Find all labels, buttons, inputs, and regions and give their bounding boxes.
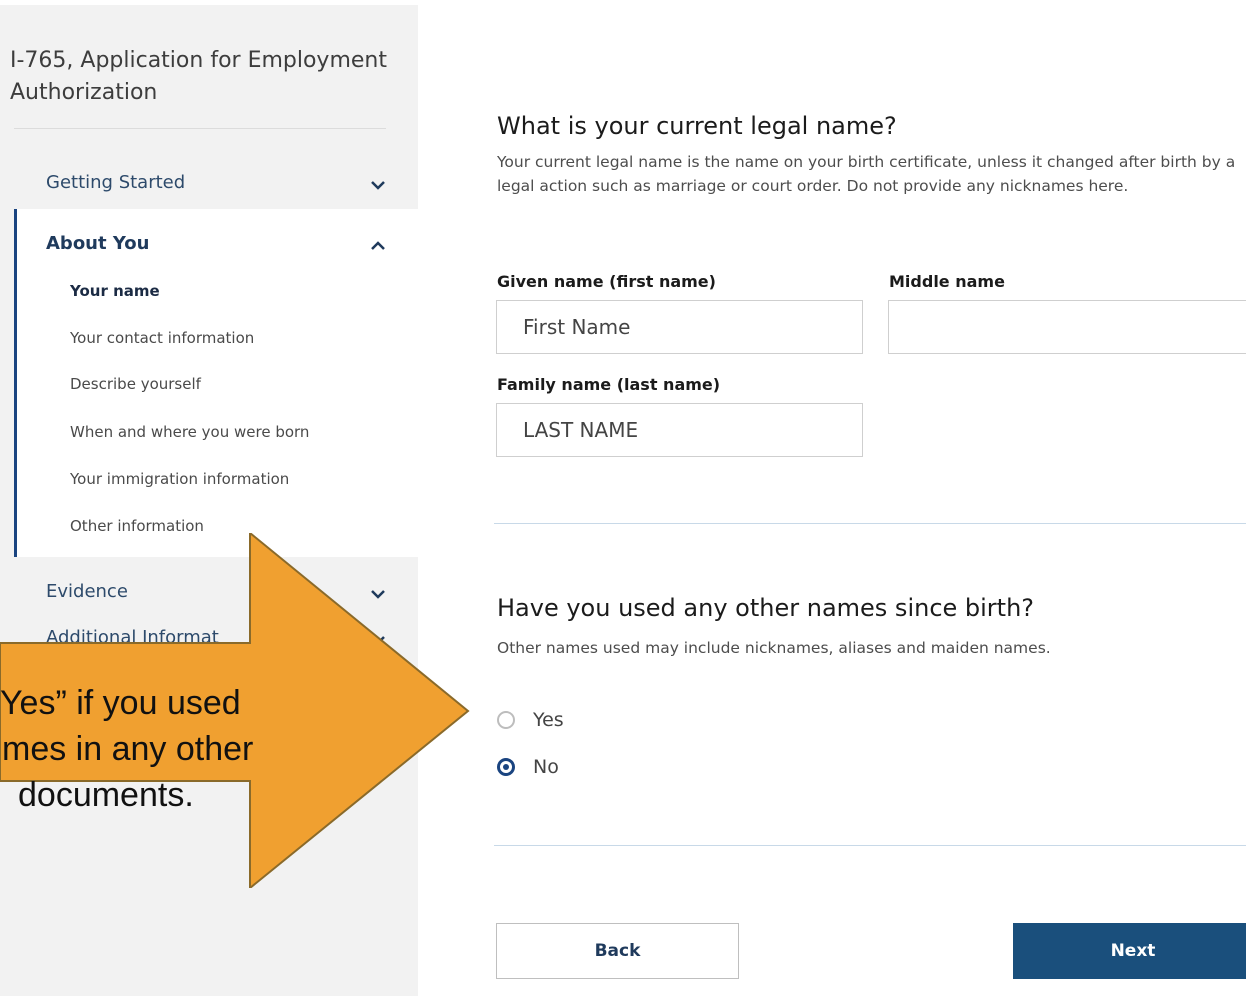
given-name-input[interactable]: First Name bbox=[496, 300, 863, 354]
given-name-label: Given name (first name) bbox=[497, 272, 716, 291]
sidebar-item-your-name[interactable]: Your name bbox=[70, 279, 160, 303]
section-divider bbox=[494, 845, 1246, 846]
sidebar-section-about-you[interactable]: About You bbox=[46, 228, 386, 260]
next-button[interactable]: Next bbox=[1013, 923, 1246, 979]
callout-text: Yes” if you used mes in any other docume… bbox=[0, 680, 320, 818]
other-names-question-title: Have you used any other names since birt… bbox=[497, 594, 1035, 622]
family-name-label: Family name (last name) bbox=[497, 375, 721, 394]
chevron-up-icon bbox=[370, 228, 386, 260]
radio-yes-label: Yes bbox=[533, 709, 564, 731]
about-you-active-indicator bbox=[14, 209, 17, 557]
back-button[interactable]: Back bbox=[496, 923, 739, 979]
middle-name-label: Middle name bbox=[889, 272, 1005, 291]
sidebar-item-immigration-information[interactable]: Your immigration information bbox=[70, 467, 289, 491]
sidebar-section-getting-started[interactable]: Getting Started bbox=[46, 167, 386, 199]
sidebar-item-birth[interactable]: When and where you were born bbox=[70, 420, 309, 444]
radio-no[interactable]: No bbox=[497, 756, 559, 778]
sidebar-section-label: Getting Started bbox=[46, 172, 186, 193]
form-title: I-765, Application for Employment Author… bbox=[10, 48, 387, 105]
radio-no-label: No bbox=[533, 756, 559, 778]
chevron-down-icon bbox=[370, 167, 386, 199]
radio-no-circle[interactable] bbox=[497, 758, 515, 776]
sidebar-section-label: About You bbox=[46, 233, 150, 254]
sidebar-divider bbox=[14, 128, 386, 129]
callout-line: documents. bbox=[18, 776, 194, 814]
callout-line: mes in any other bbox=[2, 730, 254, 768]
sidebar-item-describe-yourself[interactable]: Describe yourself bbox=[70, 372, 201, 396]
sidebar-item-contact-information[interactable]: Your contact information bbox=[70, 326, 254, 350]
callout-line: Yes” if you used bbox=[0, 684, 241, 722]
name-question-title: What is your current legal name? bbox=[497, 112, 897, 140]
section-divider bbox=[494, 523, 1246, 524]
other-names-question-help: Other names used may include nicknames, … bbox=[497, 639, 1051, 657]
family-name-input[interactable]: LAST NAME bbox=[496, 403, 863, 457]
middle-name-input[interactable] bbox=[888, 300, 1246, 354]
radio-yes[interactable]: Yes bbox=[497, 709, 564, 731]
name-question-help: Your current legal name is the name on y… bbox=[497, 153, 1236, 195]
radio-yes-circle[interactable] bbox=[497, 711, 515, 729]
